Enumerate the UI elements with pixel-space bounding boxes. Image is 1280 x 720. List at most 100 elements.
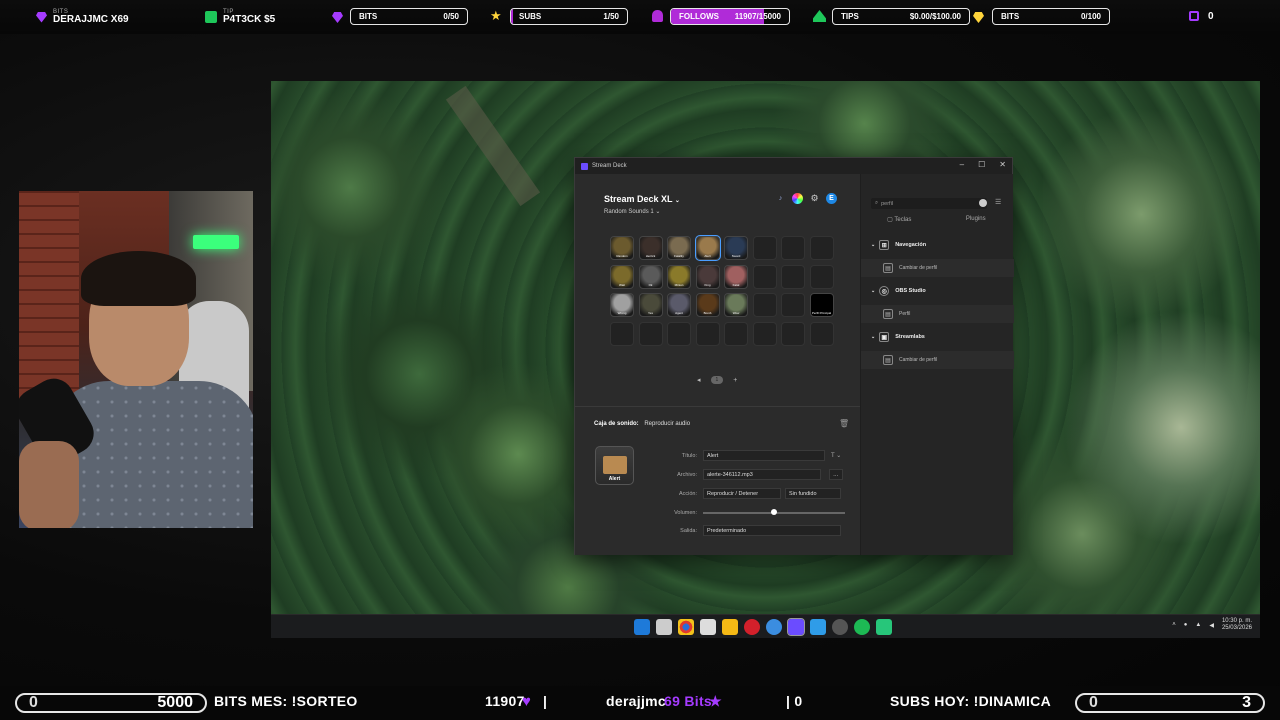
deck-key[interactable]: Fatal [724,264,748,289]
empty-key[interactable] [638,321,663,346]
text-format-icon[interactable]: T ⌄ [831,452,841,459]
tab-keys[interactable]: ▢ Teclas [861,216,938,223]
empty-key[interactable] [809,321,834,346]
task-view-icon[interactable] [656,619,672,635]
key-label: Herrick [645,254,656,258]
empty-key[interactable] [752,293,777,317]
system-tray: ˄ ● ▲ ◀ 10:30 p. m. 25/03/2026 [1172,618,1252,632]
action-item[interactable]: ▤ Cambiar de perfil [861,259,1014,277]
chevron-up-icon[interactable]: ˄ [1172,622,1176,628]
action-select[interactable]: Reproducir / Detener [703,488,781,499]
stream-deck-icon[interactable] [787,618,805,636]
settings-gear-icon[interactable]: ⚙ [809,193,820,204]
deck-key[interactable]: Fatality [667,236,691,260]
output-select[interactable]: Predeterminado [703,525,841,536]
page-indicator[interactable]: 1 [710,376,724,384]
tab-plugins[interactable]: Plugins [938,216,1015,223]
clear-search-icon[interactable] [979,199,987,207]
list-view-icon[interactable]: ☰ [995,198,1001,206]
search-field[interactable]: ⌕ perfil [871,198,987,209]
device-selector[interactable]: Stream Deck XL ⌄ [604,194,680,204]
empty-key[interactable] [724,321,748,346]
arrow-left-icon[interactable]: ◂ [697,376,701,384]
deck-key[interactable]: Wait [610,264,634,289]
add-page-icon[interactable]: + [733,377,737,384]
deck-key[interactable]: King [695,264,720,289]
marketplace-icon[interactable] [792,193,803,204]
network-icon[interactable]: ▲ [1195,622,1201,628]
category-label: Streamlabs [895,334,925,340]
category-obs[interactable]: ⌄ ◎ OBS Studio [861,282,1014,300]
deck-key[interactable]: Random [610,236,634,260]
empty-key[interactable] [752,321,777,346]
empty-key[interactable] [781,321,805,346]
empty-key[interactable] [752,264,777,289]
chrome-icon[interactable] [678,619,694,635]
browse-button[interactable]: … [829,469,843,480]
empty-key[interactable] [610,321,634,346]
deck-key[interactable]: Wrong [610,293,634,317]
category-streamlabs[interactable]: ⌄ ▣ Streamlabs [861,328,1014,346]
mic-icon[interactable]: ● [1184,622,1188,628]
bits-goal-bar: BITS 0/50 [350,8,468,25]
key-preview[interactable]: Alert [595,446,634,485]
tips-icon [813,10,826,22]
action-label: Cambiar de perfil [899,265,938,271]
empty-key[interactable] [695,321,720,346]
category-navigation[interactable]: ⌄ ⊞ Navegación [861,236,1014,254]
deck-key[interactable]: Agent [667,293,691,317]
deck-key[interactable]: Perfil Principal [809,293,834,317]
bits-goal-bar-2: BITS 0/100 [992,8,1110,25]
empty-key[interactable] [667,321,691,346]
fade-select[interactable]: Sin fundido [785,488,841,499]
store-icon[interactable] [700,619,716,635]
close-icon[interactable]: ✕ [999,160,1006,169]
streamlabs-icon[interactable] [876,619,892,635]
title-input[interactable]: Alert [703,450,825,461]
windows-start-icon[interactable] [634,619,650,635]
bell-icon[interactable]: ♪ [775,193,786,204]
neon-sign [193,235,239,249]
empty-key[interactable] [809,236,834,260]
maximize-icon[interactable]: ☐ [978,160,985,169]
empty-key[interactable] [781,236,805,260]
action-item[interactable]: ▤ Cambiar de perfil [861,351,1014,369]
trash-icon[interactable]: 🗑 [839,419,849,428]
empty-key[interactable] [752,236,777,260]
edge-icon[interactable] [766,619,782,635]
chevron-down-icon: ⌄ [674,198,680,204]
obs-icon[interactable] [832,619,848,635]
subs-goal-label: SUBS [519,12,542,21]
empty-key[interactable] [809,264,834,289]
opera-icon[interactable] [744,619,760,635]
deck-key[interactable]: Ok [638,264,663,289]
last-tip-user: P4T3CK $5 [223,14,276,25]
volume-slider[interactable] [703,507,845,518]
account-avatar-icon[interactable]: E [826,193,837,204]
action-name: Reproducir audio [644,421,691,427]
taskbar-clock[interactable]: 10:30 p. m. 25/03/2026 [1222,618,1252,632]
profile-selector[interactable]: Random Sounds 1 ⌄ [604,208,660,215]
deck-key[interactable]: Bomb [695,293,720,317]
canvas-pane: Stream Deck XL ⌄ Random Sounds 1 ⌄ ♪ ⚙ E… [575,174,860,555]
empty-key[interactable] [781,264,805,289]
star-icon: ★ [709,693,722,709]
file-explorer-icon[interactable] [722,619,738,635]
search-input[interactable]: perfil [881,201,893,207]
deck-key[interactable]: Alert [694,235,721,261]
volume-icon[interactable]: ◀ [1209,622,1214,629]
deck-key[interactable]: Wow [724,293,748,317]
stream-deck-window: Stream Deck – ☐ ✕ Stream Deck XL ⌄ Rando… [574,157,1015,555]
deck-key[interactable]: Sword [724,236,748,260]
spotify-icon[interactable] [854,619,870,635]
deck-key[interactable]: Herrick [638,236,663,260]
minimize-icon[interactable]: – [960,160,964,169]
file-input[interactable]: alerte-346112.mp3 [703,469,821,480]
deck-key[interactable]: Minion [667,264,691,289]
action-item[interactable]: ▤ Perfil [861,305,1014,323]
deck-key[interactable]: Yes [638,293,663,317]
slider-thumb[interactable] [771,509,777,515]
action-select-value: Reproducir / Detener [707,490,759,497]
empty-key[interactable] [781,293,805,317]
sparkle-icon[interactable] [810,619,826,635]
